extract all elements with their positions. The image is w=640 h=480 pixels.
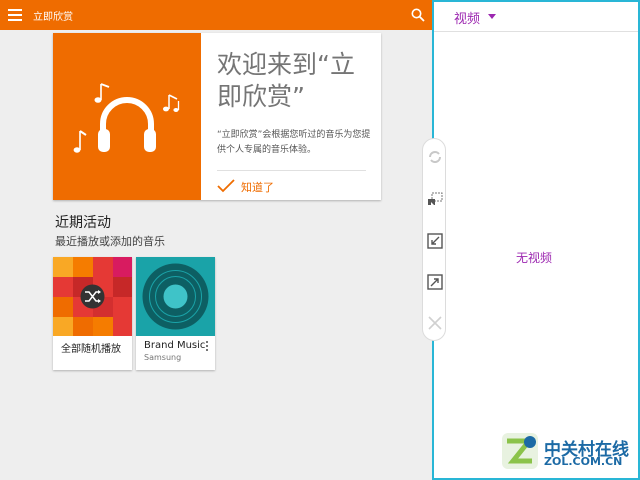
check-icon [217,178,235,193]
watermark-url: ZOL.COM.CN [544,455,623,468]
recent-title: 近期活动 [55,215,111,231]
shuffle-all-label: 全部随机播放 [61,344,121,355]
video-panel: 视频 无视频 [432,0,640,480]
app-bar: 立即欣赏 [0,0,432,30]
welcome-title: 欢迎来到“立即欣赏” [217,50,355,111]
screen-capture-icon[interactable] [426,191,444,209]
close-icon[interactable] [426,314,444,332]
shuffle-all-art [53,257,132,336]
music-note-icon [73,83,180,153]
recent-subtitle: 最近播放或添加的音乐 [55,235,165,248]
refresh-icon[interactable] [426,148,444,166]
video-tab[interactable]: 视频 [454,8,480,27]
headphones-icon [98,97,156,152]
menu-icon[interactable] [8,9,22,21]
no-video-message: 无视频 [516,251,553,265]
more-vert-icon[interactable] [204,341,210,353]
floating-toolbar [422,138,446,341]
dropdown-icon[interactable] [488,14,496,19]
maximize-icon[interactable] [426,273,444,291]
got-it-label: 知道了 [241,181,274,194]
welcome-card: 欢迎来到“立即欣赏” “立即欣赏”会根据您听过的音乐为您提供个人专属的音乐体验。… [53,33,381,200]
watermark-logo [501,432,539,470]
brand-music-artist: Samsung [144,353,182,362]
video-panel-header: 视频 [434,2,638,32]
brand-music-title: Brand Music [144,340,206,351]
brand-music-card[interactable]: Brand Music Samsung [136,257,215,370]
divider [217,170,366,171]
search-icon[interactable] [410,7,426,23]
shuffle-all-card[interactable]: 全部随机播放 [53,257,132,370]
brand-music-art [136,257,215,336]
welcome-body: “立即欣赏”会根据您听过的音乐为您提供个人专属的音乐体验。 [217,130,371,155]
app-title: 立即欣赏 [33,12,73,23]
welcome-card-art [53,33,201,200]
minimize-icon[interactable] [426,232,444,250]
shuffle-icon [80,284,105,309]
music-app: 立即欣赏 欢迎来到“立即欣赏” “立即欣赏”会根据您听过的音乐为您提供个人专属的… [0,0,432,480]
